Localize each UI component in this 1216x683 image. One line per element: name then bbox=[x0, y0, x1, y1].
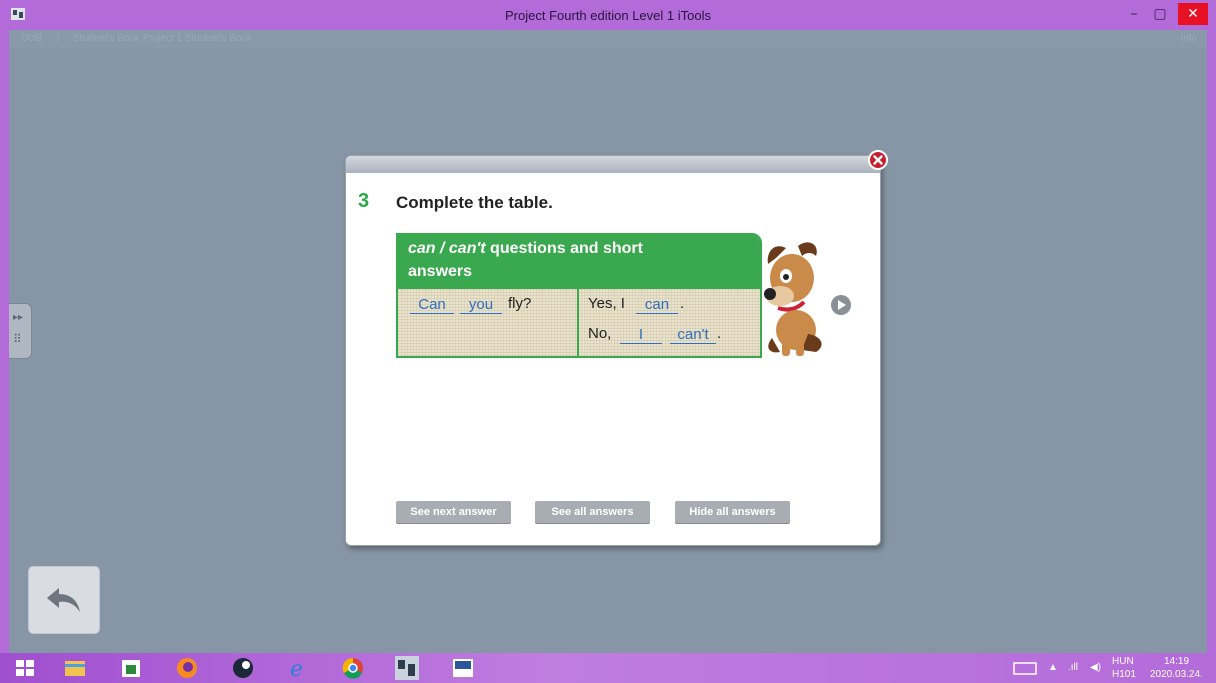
side-panel-toggle[interactable]: ▸▸ ⠿ bbox=[9, 303, 32, 359]
exercise-number: 3 bbox=[358, 190, 370, 212]
clock-time[interactable]: 14:19 bbox=[1164, 656, 1189, 667]
exercise-instruction: Complete the table. bbox=[396, 193, 553, 212]
table-header-line2: answers bbox=[408, 263, 473, 280]
keyboard-icon[interactable] bbox=[1012, 656, 1038, 680]
yes-prefix: Yes, I bbox=[588, 295, 625, 312]
back-arrow-icon bbox=[47, 588, 80, 612]
window-title: Project Fourth edition Level 1 iTools bbox=[505, 8, 711, 23]
header-italic-text: can / can't bbox=[408, 240, 486, 257]
minimize-button[interactable]: – bbox=[1122, 3, 1146, 25]
info-link[interactable]: Info bbox=[1180, 33, 1197, 44]
header-rest-text: questions and short bbox=[485, 240, 643, 257]
breadcrumb-item-book[interactable]: Student's Book Project 1 Student's Book bbox=[73, 33, 252, 44]
language-indicator[interactable]: HUN bbox=[1112, 656, 1134, 667]
window-titlebar: Project Fourth edition Level 1 iTools – … bbox=[0, 0, 1216, 30]
hide-all-answers-button[interactable]: Hide all answers bbox=[675, 501, 790, 523]
breadcrumb-separator: | bbox=[57, 33, 60, 44]
no-prefix: No, bbox=[588, 325, 612, 342]
dog-mascot-image bbox=[764, 242, 822, 356]
window-right-border bbox=[1207, 30, 1216, 653]
table-header: can / can't questions and short answers bbox=[398, 235, 760, 289]
answer-no-i[interactable]: I bbox=[620, 326, 662, 344]
file-explorer-icon[interactable] bbox=[62, 656, 88, 680]
network-icon[interactable]: .ıll bbox=[1068, 662, 1078, 673]
chrome-icon[interactable] bbox=[340, 656, 366, 680]
grammar-table: can / can't questions and short answers … bbox=[396, 233, 762, 358]
expand-arrows-icon: ▸▸ bbox=[13, 312, 24, 323]
exercise-dialog: 3 Complete the table. can / can't questi… bbox=[345, 150, 888, 546]
keyboard-layout[interactable]: H101 bbox=[1112, 669, 1136, 680]
answer-can[interactable]: Can bbox=[410, 296, 454, 314]
no-suffix: . bbox=[717, 325, 722, 342]
close-window-button[interactable]: ✕ bbox=[1178, 3, 1208, 25]
answer-yes-can[interactable]: can bbox=[636, 296, 678, 314]
grid-dots-icon: ⠿ bbox=[13, 332, 22, 346]
word-icon[interactable] bbox=[450, 656, 476, 680]
restore-button[interactable]: ▢ bbox=[1148, 3, 1172, 25]
window-left-border bbox=[0, 30, 9, 653]
firefox-icon[interactable] bbox=[174, 656, 200, 680]
see-next-answer-button[interactable]: See next answer bbox=[396, 501, 511, 523]
breadcrumb: DUB | Student's Book Project 1 Student's… bbox=[9, 30, 1207, 48]
yes-suffix: . bbox=[680, 295, 685, 312]
next-play-icon[interactable] bbox=[830, 294, 852, 316]
column-divider bbox=[577, 289, 579, 356]
question-text: fly? bbox=[508, 295, 532, 312]
dialog-close-icon[interactable] bbox=[868, 150, 888, 170]
breadcrumb-item-dub[interactable]: DUB bbox=[21, 33, 42, 44]
internet-explorer-icon[interactable]: e bbox=[286, 656, 312, 680]
steam-icon[interactable] bbox=[230, 656, 256, 680]
windows-start-icon[interactable] bbox=[12, 656, 38, 680]
store-icon[interactable] bbox=[118, 656, 144, 680]
see-all-answers-button[interactable]: See all answers bbox=[535, 501, 650, 523]
volume-icon[interactable]: ◀) bbox=[1090, 662, 1101, 673]
table-header-line1: can / can't questions and short bbox=[408, 240, 643, 258]
svg-text:e: e bbox=[290, 657, 303, 680]
tray-expand-icon[interactable]: ▲ bbox=[1048, 662, 1058, 673]
answer-you[interactable]: you bbox=[460, 296, 502, 314]
clock-date[interactable]: 2020.03.24. bbox=[1150, 669, 1203, 680]
taskbar: e ▲ .ıll ◀) HUN H101 14:19 2020.03.24. bbox=[0, 653, 1216, 683]
dialog-header bbox=[346, 156, 880, 173]
back-button[interactable] bbox=[28, 566, 100, 634]
itools-taskbar-icon[interactable] bbox=[394, 656, 420, 680]
answer-no-cant[interactable]: can't bbox=[670, 326, 716, 344]
